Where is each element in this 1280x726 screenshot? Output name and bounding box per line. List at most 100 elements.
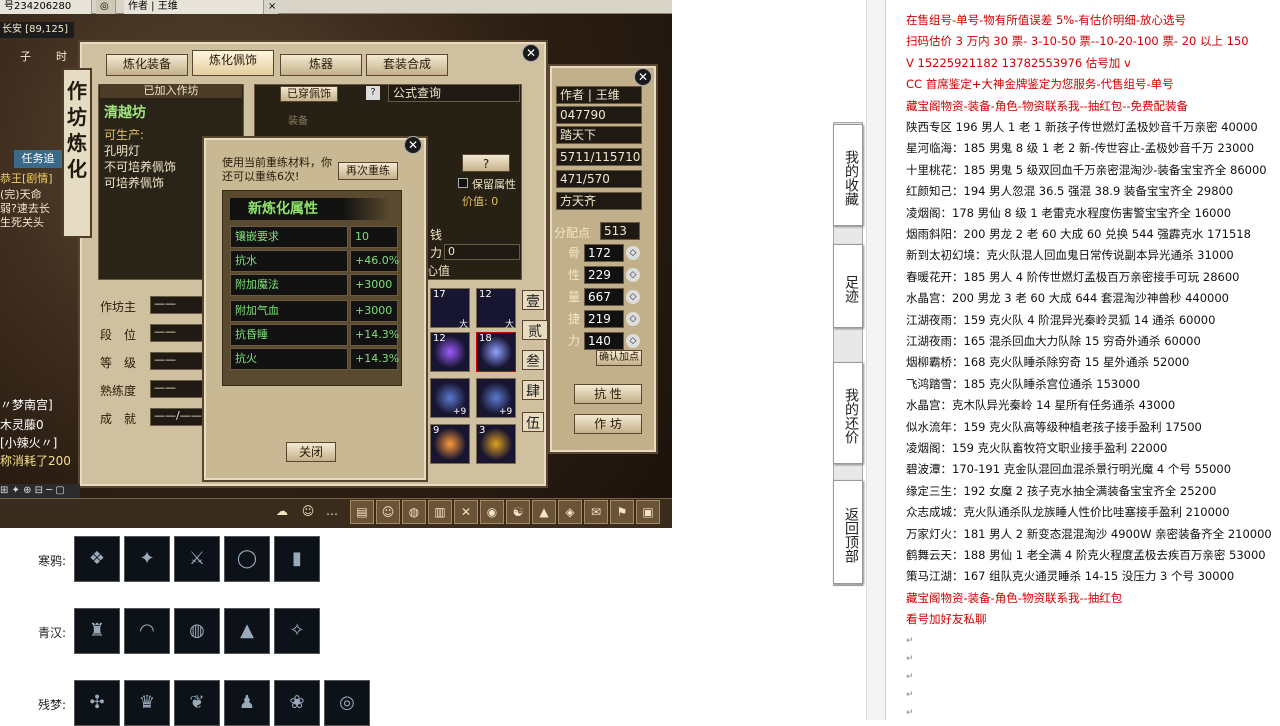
document-line: 星河临海：185 男鬼 8 级 1 老 2 新-传世容止-孟极妙音千万 2300… bbox=[906, 141, 1255, 156]
tab-account[interactable]: 号234206280 bbox=[0, 0, 92, 14]
item-image[interactable]: ♟ bbox=[224, 680, 270, 726]
toolbar-pet-icon[interactable]: ◉ bbox=[480, 500, 504, 524]
item-image[interactable]: ♛ bbox=[124, 680, 170, 726]
toolbar-system-icon[interactable]: ▣ bbox=[636, 500, 660, 524]
attr-adjust-icon[interactable]: ◇ bbox=[626, 312, 640, 326]
back-to-top-button[interactable]: 返回顶部 bbox=[833, 480, 863, 584]
tab-refine-equipment[interactable]: 炼化装备 bbox=[106, 54, 188, 76]
workshop-button[interactable]: 作 坊 bbox=[574, 414, 642, 434]
stat-row: 抗水 +46.0% bbox=[230, 250, 399, 272]
tab-set-combine[interactable]: 套装合成 bbox=[366, 54, 448, 76]
inventory-slot[interactable]: 12 大 bbox=[476, 288, 516, 330]
stat-value: +3000 bbox=[350, 300, 398, 322]
toolbar-bag-icon[interactable]: ◍ bbox=[402, 500, 426, 524]
field-value: —— bbox=[150, 324, 206, 342]
attr-adjust-icon[interactable]: ◇ bbox=[626, 268, 640, 282]
inventory-slot[interactable]: +9 bbox=[476, 378, 516, 418]
keep-attr-checkbox[interactable] bbox=[458, 178, 468, 188]
toolbar-emote-icon[interactable]: ☁ bbox=[270, 500, 294, 524]
toolbar-book-icon[interactable]: ▥ bbox=[428, 500, 452, 524]
inventory-slot[interactable]: +9 bbox=[430, 378, 470, 418]
worn-accessory-button[interactable]: 已穿佩饰 bbox=[280, 86, 338, 102]
char-title: 踏天下 bbox=[556, 126, 642, 144]
paragraph-mark: ↵ bbox=[906, 654, 914, 664]
tab-refine-accessory[interactable]: 炼化佩饰 bbox=[192, 50, 274, 76]
footprints-button[interactable]: 足迹 bbox=[833, 244, 863, 328]
help-icon[interactable]: ? bbox=[366, 86, 380, 100]
toolbar-swords-icon[interactable]: ✕ bbox=[454, 500, 478, 524]
document-line: 鹤舞云天：188 男仙 1 老全满 4 阶克火程度孟极去疾百万亲密 53000 bbox=[906, 548, 1266, 562]
document-line: 策马江湖：167 组队克火通灵睡杀 14-15 没压力 3 个号 30000 bbox=[906, 569, 1235, 584]
attr-adjust-icon[interactable]: ◇ bbox=[626, 246, 640, 260]
my-bargain-button[interactable]: 我的还价 bbox=[833, 362, 863, 464]
toolbar-wolf-icon[interactable]: ▲ bbox=[532, 500, 556, 524]
char-number: 047790 bbox=[556, 106, 642, 124]
toolbar-flag-icon[interactable]: ⚑ bbox=[610, 500, 634, 524]
char-id-value: 王维 bbox=[595, 88, 620, 102]
item-image[interactable]: ✧ bbox=[274, 608, 320, 654]
chat-line: 〃梦南宫] bbox=[0, 398, 53, 412]
inventory-slot[interactable]: 18 bbox=[476, 332, 516, 372]
bag-page-button[interactable]: 贰 bbox=[522, 320, 548, 340]
field-label: 段 位 bbox=[100, 328, 137, 342]
toolbar-friend-icon[interactable]: ☺ bbox=[296, 500, 320, 524]
field-label: 等 级 bbox=[100, 356, 137, 370]
item-image[interactable]: ✦ bbox=[124, 536, 170, 582]
toolbar-chat-icon[interactable]: … bbox=[320, 500, 344, 524]
formula-query-field[interactable]: 公式查询 bbox=[388, 84, 520, 102]
item-image[interactable]: ◍ bbox=[174, 608, 220, 654]
toolbar-character-icon[interactable]: ☺ bbox=[376, 500, 400, 524]
refine-close-icon[interactable]: ✕ bbox=[404, 136, 422, 154]
stat-name: 抗火 bbox=[230, 348, 348, 370]
item-image[interactable]: ▮ bbox=[274, 536, 320, 582]
workshop-close-icon[interactable]: ✕ bbox=[522, 44, 540, 62]
inventory-slot[interactable]: 9 bbox=[430, 424, 470, 464]
item-image[interactable]: ❀ bbox=[274, 680, 320, 726]
my-favorites-button[interactable]: 我的收藏 bbox=[833, 124, 863, 226]
chat-controls[interactable]: ⊞ ✦ ⊕ ⊟ ─ ▢ bbox=[0, 484, 80, 498]
item-image[interactable]: ◠ bbox=[124, 608, 170, 654]
item-image[interactable]: ▲ bbox=[224, 608, 270, 654]
toolbar-scroll-icon[interactable]: ▤ bbox=[350, 500, 374, 524]
toolbar-guild-icon[interactable]: ◈ bbox=[558, 500, 582, 524]
item-image[interactable]: ♜ bbox=[74, 608, 120, 654]
resist-button[interactable]: 抗 性 bbox=[574, 384, 642, 404]
confirm-points-button[interactable]: 确认加点 bbox=[596, 350, 642, 366]
document-line: 万家灯火：181 男人 2 新变态混混淘沙 4900W 亲密装备齐全 21000… bbox=[906, 526, 1272, 541]
question-button[interactable]: ? bbox=[462, 154, 510, 172]
quest-line: 生死关头 bbox=[0, 216, 44, 229]
attr-adjust-icon[interactable]: ◇ bbox=[626, 290, 640, 304]
item-image[interactable]: ❦ bbox=[174, 680, 220, 726]
character-close-icon[interactable]: ✕ bbox=[634, 68, 652, 86]
map-coordinates: 长安 [89,125] bbox=[0, 22, 74, 38]
document-line: 众志成城：克火队通杀队龙族睡人性价比哇塞接手盈利 210000 bbox=[906, 505, 1230, 520]
quest-tracker-title[interactable]: 任务追 bbox=[14, 150, 62, 168]
attr-value: 667 bbox=[584, 288, 624, 306]
tab-icon[interactable]: ◎ bbox=[96, 0, 116, 14]
document-line: 水晶宫：200 男龙 3 老 60 大成 644 套混淘沙神兽秒 440000 bbox=[906, 291, 1229, 306]
item-image[interactable]: ◯ bbox=[224, 536, 270, 582]
tab-forge[interactable]: 炼器 bbox=[280, 54, 362, 76]
inventory-slot[interactable]: 17 大 bbox=[430, 288, 470, 330]
inventory-slot[interactable]: 12 bbox=[430, 332, 470, 372]
tab-close-icon[interactable]: × bbox=[264, 0, 278, 14]
close-dialog-button[interactable]: 关闭 bbox=[286, 442, 336, 462]
attr-adjust-icon[interactable]: ◇ bbox=[626, 334, 640, 348]
inventory-slot[interactable]: 3 bbox=[476, 424, 516, 464]
tab-character[interactable]: 作者 | 王维 bbox=[124, 0, 264, 14]
item-image[interactable]: ◎ bbox=[324, 680, 370, 726]
bag-page-button[interactable]: 肆 bbox=[522, 380, 544, 400]
bag-page-button[interactable]: 壹 bbox=[522, 290, 544, 310]
toolbar-mail-icon[interactable]: ✉ bbox=[584, 500, 608, 524]
stat-name: 附加气血 bbox=[230, 300, 348, 322]
item-image[interactable]: ❖ bbox=[74, 536, 120, 582]
retry-refine-button[interactable]: 再次重练 bbox=[338, 162, 398, 180]
bag-page-button[interactable]: 伍 bbox=[522, 412, 544, 432]
attr-name: 量 bbox=[567, 290, 580, 304]
field-value: —— bbox=[150, 352, 206, 370]
chat-line: [小辣火〃] bbox=[0, 436, 58, 450]
item-image[interactable]: ✣ bbox=[74, 680, 120, 726]
toolbar-yinyang-icon[interactable]: ☯ bbox=[506, 500, 530, 524]
bag-page-button[interactable]: 叁 bbox=[522, 350, 544, 370]
item-image[interactable]: ⚔ bbox=[174, 536, 220, 582]
